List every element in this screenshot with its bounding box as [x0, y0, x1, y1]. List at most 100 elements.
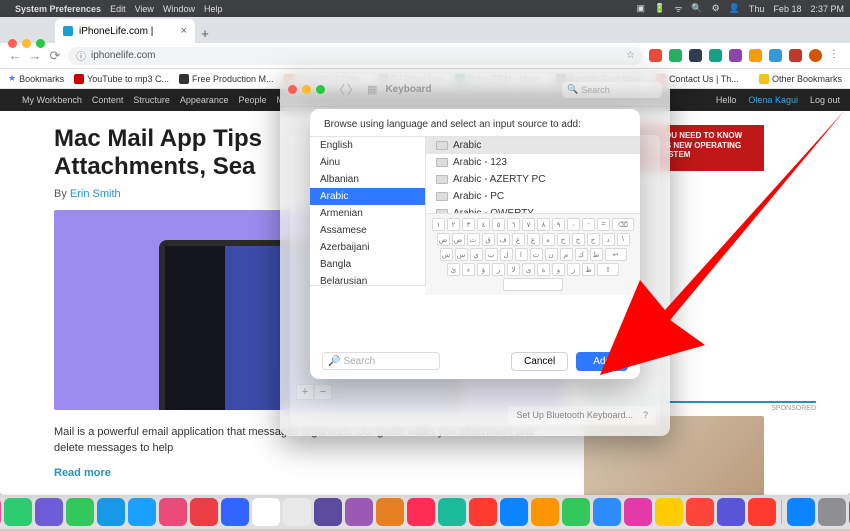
ext-icon[interactable] [769, 49, 782, 62]
dock-app-icon[interactable] [686, 498, 714, 526]
dock-app-icon[interactable] [4, 498, 32, 526]
app-menu[interactable]: System Preferences [15, 4, 101, 14]
admin-item[interactable]: Appearance [180, 95, 229, 105]
site-info-icon[interactable]: ⓘ [76, 48, 86, 63]
reload-button[interactable]: ⟳ [48, 48, 62, 64]
source-item[interactable]: Arabic - 123 [426, 154, 640, 171]
admin-item[interactable]: Content [92, 95, 124, 105]
search-icon[interactable]: 🔍 [691, 3, 702, 14]
pref-minimize-icon[interactable] [302, 85, 311, 94]
source-item[interactable]: Arabic [426, 137, 640, 154]
ext-icon[interactable] [749, 49, 762, 62]
username-link[interactable]: Olena Kagui [748, 95, 798, 105]
browser-tab[interactable]: iPhoneLife.com | × [55, 19, 195, 43]
language-item[interactable]: Bangla [310, 256, 425, 273]
menu-help[interactable]: Help [204, 4, 223, 14]
pref-back-icon[interactable]: 〈 [333, 81, 345, 98]
cancel-button[interactable]: Cancel [511, 352, 568, 371]
admin-item[interactable]: My Workbench [22, 95, 82, 105]
tab-close-icon[interactable]: × [181, 25, 187, 37]
ext-icon[interactable] [789, 49, 802, 62]
language-item[interactable]: Belarusian [310, 273, 425, 285]
source-item[interactable]: Arabic - AZERTY PC [426, 171, 640, 188]
dock-app-icon[interactable] [376, 498, 404, 526]
status-icon[interactable]: ▣ [636, 3, 645, 14]
source-list[interactable]: ArabicArabic - 123Arabic - AZERTY PCArab… [426, 137, 640, 213]
source-item[interactable]: Arabic - PC [426, 188, 640, 205]
dock-app-icon[interactable] [624, 498, 652, 526]
bluetooth-keyboard-button[interactable]: Set Up Bluetooth Keyboard... [516, 410, 633, 420]
battery-icon[interactable]: 🔋 [654, 3, 665, 14]
ext-icon[interactable] [729, 49, 742, 62]
wifi-icon[interactable]: ᯤ [674, 2, 682, 15]
source-item[interactable]: Arabic - QWERTY [426, 205, 640, 213]
language-item[interactable]: English [310, 137, 425, 154]
author-link[interactable]: Erin Smith [70, 188, 121, 200]
minimize-icon[interactable] [22, 39, 31, 48]
dock-app-icon[interactable] [407, 498, 435, 526]
dock-app-icon[interactable] [469, 498, 497, 526]
dock-app-icon[interactable] [314, 498, 342, 526]
logout-link[interactable]: Log out [810, 95, 840, 105]
bookmark-item[interactable]: Free Production M... [179, 74, 274, 84]
ext-icon[interactable] [649, 49, 662, 62]
pref-forward-icon[interactable]: 〉 [347, 81, 359, 98]
dock-app-icon[interactable] [787, 498, 815, 526]
ext-icon[interactable] [709, 49, 722, 62]
language-item[interactable]: Assamese [310, 222, 425, 239]
language-item[interactable]: Albanian [310, 171, 425, 188]
chrome-menu-icon[interactable]: ⋮ [829, 49, 842, 62]
new-tab-button[interactable]: + [195, 23, 215, 43]
dock-app-icon[interactable] [159, 498, 187, 526]
dock-app-icon[interactable] [717, 498, 745, 526]
dock-app-icon[interactable] [562, 498, 590, 526]
dock-app-icon[interactable] [438, 498, 466, 526]
remove-source-button[interactable]: − [314, 384, 332, 400]
close-icon[interactable] [8, 39, 17, 48]
omnibox[interactable]: ⓘ iphonelife.com ☆ [68, 47, 643, 65]
bookmarks-folder[interactable]: ★Bookmarks [8, 73, 64, 84]
forward-button[interactable]: → [28, 48, 42, 63]
dock-app-icon[interactable] [531, 498, 559, 526]
add-source-button[interactable]: + [296, 384, 314, 400]
dock-app-icon[interactable] [655, 498, 683, 526]
language-item[interactable]: Ainu [310, 154, 425, 171]
dock-app-icon[interactable] [283, 498, 311, 526]
clock-day[interactable]: Thu [749, 4, 765, 14]
back-button[interactable]: ← [8, 48, 22, 63]
avatar-icon[interactable] [809, 49, 822, 62]
pref-search-input[interactable]: 🔍 Search [562, 82, 662, 98]
dock-app-icon[interactable] [66, 498, 94, 526]
dock-app-icon[interactable] [221, 498, 249, 526]
user-icon[interactable]: 👤 [729, 3, 740, 14]
menu-window[interactable]: Window [163, 4, 195, 14]
dock-app-icon[interactable] [128, 498, 156, 526]
dock-app-icon[interactable] [97, 498, 125, 526]
admin-item[interactable]: Structure [133, 95, 170, 105]
menu-view[interactable]: View [135, 4, 154, 14]
pref-zoom-icon[interactable] [316, 85, 325, 94]
dock-app-icon[interactable] [252, 498, 280, 526]
read-more-link[interactable]: Read more [54, 467, 564, 479]
pref-close-icon[interactable] [288, 85, 297, 94]
ext-icon[interactable] [669, 49, 682, 62]
dock-app-icon[interactable] [748, 498, 776, 526]
dock-app-icon[interactable] [593, 498, 621, 526]
ext-icon[interactable] [689, 49, 702, 62]
control-center-icon[interactable]: ⚙ [712, 3, 720, 14]
dock-app-icon[interactable] [0, 498, 1, 526]
language-list[interactable]: EnglishAinuAlbanianArabicArmenianAssames… [310, 137, 426, 285]
help-button[interactable]: ? [643, 410, 648, 420]
add-button[interactable]: Add [576, 352, 628, 371]
language-item[interactable]: Arabic [310, 188, 425, 205]
admin-item[interactable]: People [238, 95, 266, 105]
zoom-icon[interactable] [36, 39, 45, 48]
dock-app-icon[interactable] [190, 498, 218, 526]
language-item[interactable]: Azerbaijani [310, 239, 425, 256]
language-item[interactable]: Armenian [310, 205, 425, 222]
dock-app-icon[interactable] [345, 498, 373, 526]
dock-app-icon[interactable] [500, 498, 528, 526]
menu-edit[interactable]: Edit [110, 4, 126, 14]
other-bookmarks[interactable]: Other Bookmarks [759, 74, 842, 84]
show-all-icon[interactable]: ▦ [367, 83, 377, 96]
